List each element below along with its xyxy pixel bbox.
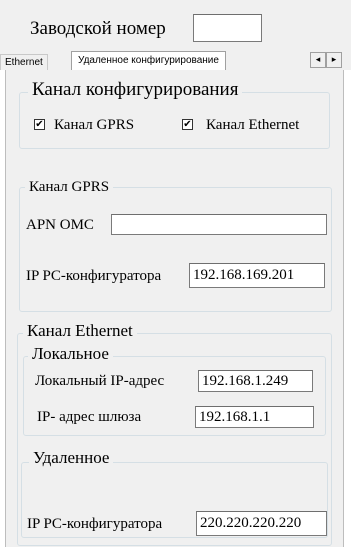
ethernet-channel-checkbox-label: Канал Ethernet (206, 117, 300, 133)
local-group-title: Локальное (28, 345, 113, 362)
local-ip-label: Локальный IP-адрес (35, 373, 165, 389)
tab-remote-configuration[interactable]: Удаленное конфигурирование (71, 51, 226, 71)
check-icon: ✔ (183, 119, 192, 130)
gateway-ip-input[interactable]: 192.168.1.1 (195, 406, 314, 428)
remote-group-title: Удаленное (29, 449, 114, 466)
gprs-channel-checkbox[interactable]: ✔ (34, 119, 45, 130)
gprs-pc-configurator-ip-label: IP PC-конфигуратора (26, 268, 162, 284)
remote-pc-configurator-ip-label: IP PC-конфигуратора (27, 516, 163, 532)
remote-pc-configurator-ip-input[interactable]: 220.220.220.220 (196, 511, 327, 536)
serial-number-input[interactable] (193, 14, 262, 42)
chevron-left-icon: ◂ (315, 55, 321, 65)
gprs-pc-configurator-ip-input[interactable]: 192.168.169.201 (189, 263, 325, 288)
apn-omc-label: APN OMC (26, 217, 94, 233)
tab-ethernet[interactable]: Ethernet (0, 54, 48, 70)
tab-scroll-left-button[interactable]: ◂ (310, 52, 326, 68)
ethernet-channel-title: Канал Ethernet (23, 322, 137, 339)
apn-omc-input[interactable] (111, 214, 327, 235)
tab-scroll-right-button[interactable]: ▸ (326, 52, 342, 68)
serial-number-label: Заводской номер (30, 18, 166, 39)
gateway-ip-label: IP- адрес шлюза (37, 409, 142, 425)
ethernet-channel-checkbox[interactable]: ✔ (182, 119, 193, 130)
gprs-channel-checkbox-label: Канал GPRS (54, 117, 135, 133)
local-ip-input[interactable]: 192.168.1.249 (198, 370, 313, 392)
gprs-channel-title: Канал GPRS (25, 180, 114, 195)
gprs-channel-group (19, 187, 332, 312)
chevron-right-icon: ▸ (331, 55, 337, 65)
config-channel-title: Канал конфигурирования (28, 80, 243, 99)
check-icon: ✔ (35, 119, 44, 130)
